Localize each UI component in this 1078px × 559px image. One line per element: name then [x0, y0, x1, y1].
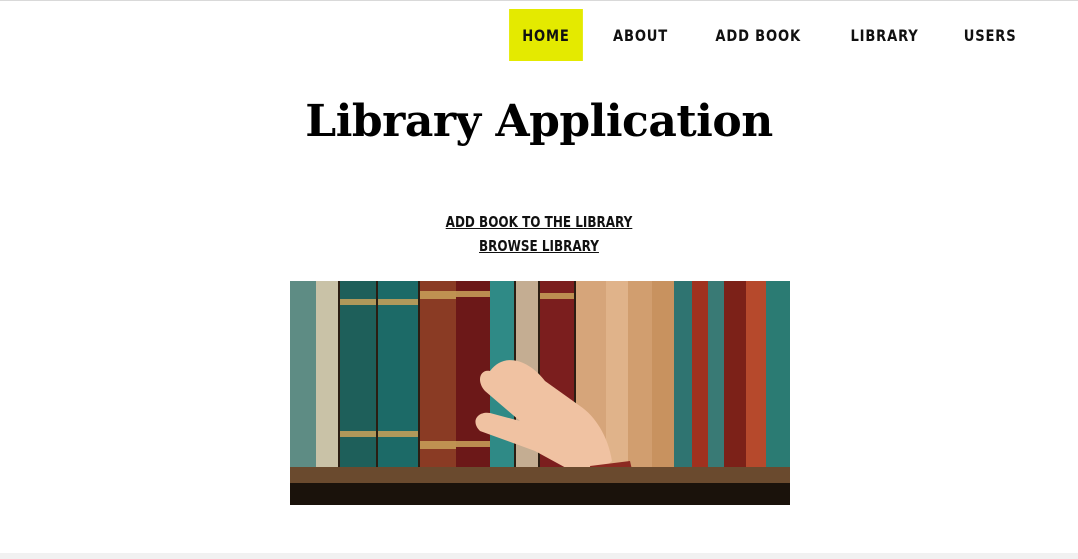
nav-home-link[interactable]: HOME: [509, 9, 584, 61]
bookshelf-image: [290, 281, 790, 505]
browse-library-link[interactable]: BROWSE LIBRARY: [108, 234, 970, 258]
add-book-link[interactable]: ADD BOOK TO THE LIBRARY: [108, 210, 970, 234]
nav-add-book-link[interactable]: ADD BOOK: [703, 9, 815, 61]
bottom-border: [0, 553, 1078, 559]
top-border: [0, 0, 1078, 1]
nav-users-link[interactable]: USERS: [950, 9, 1029, 61]
main-nav: HOME ABOUT ADD BOOK LIBRARY USERS: [501, 9, 1038, 61]
nav-about-link[interactable]: ABOUT: [600, 9, 681, 61]
page-title: Library Application: [305, 96, 773, 147]
nav-library-link[interactable]: LIBRARY: [837, 9, 931, 61]
action-links: ADD BOOK TO THE LIBRARY BROWSE LIBRARY: [0, 210, 1078, 258]
